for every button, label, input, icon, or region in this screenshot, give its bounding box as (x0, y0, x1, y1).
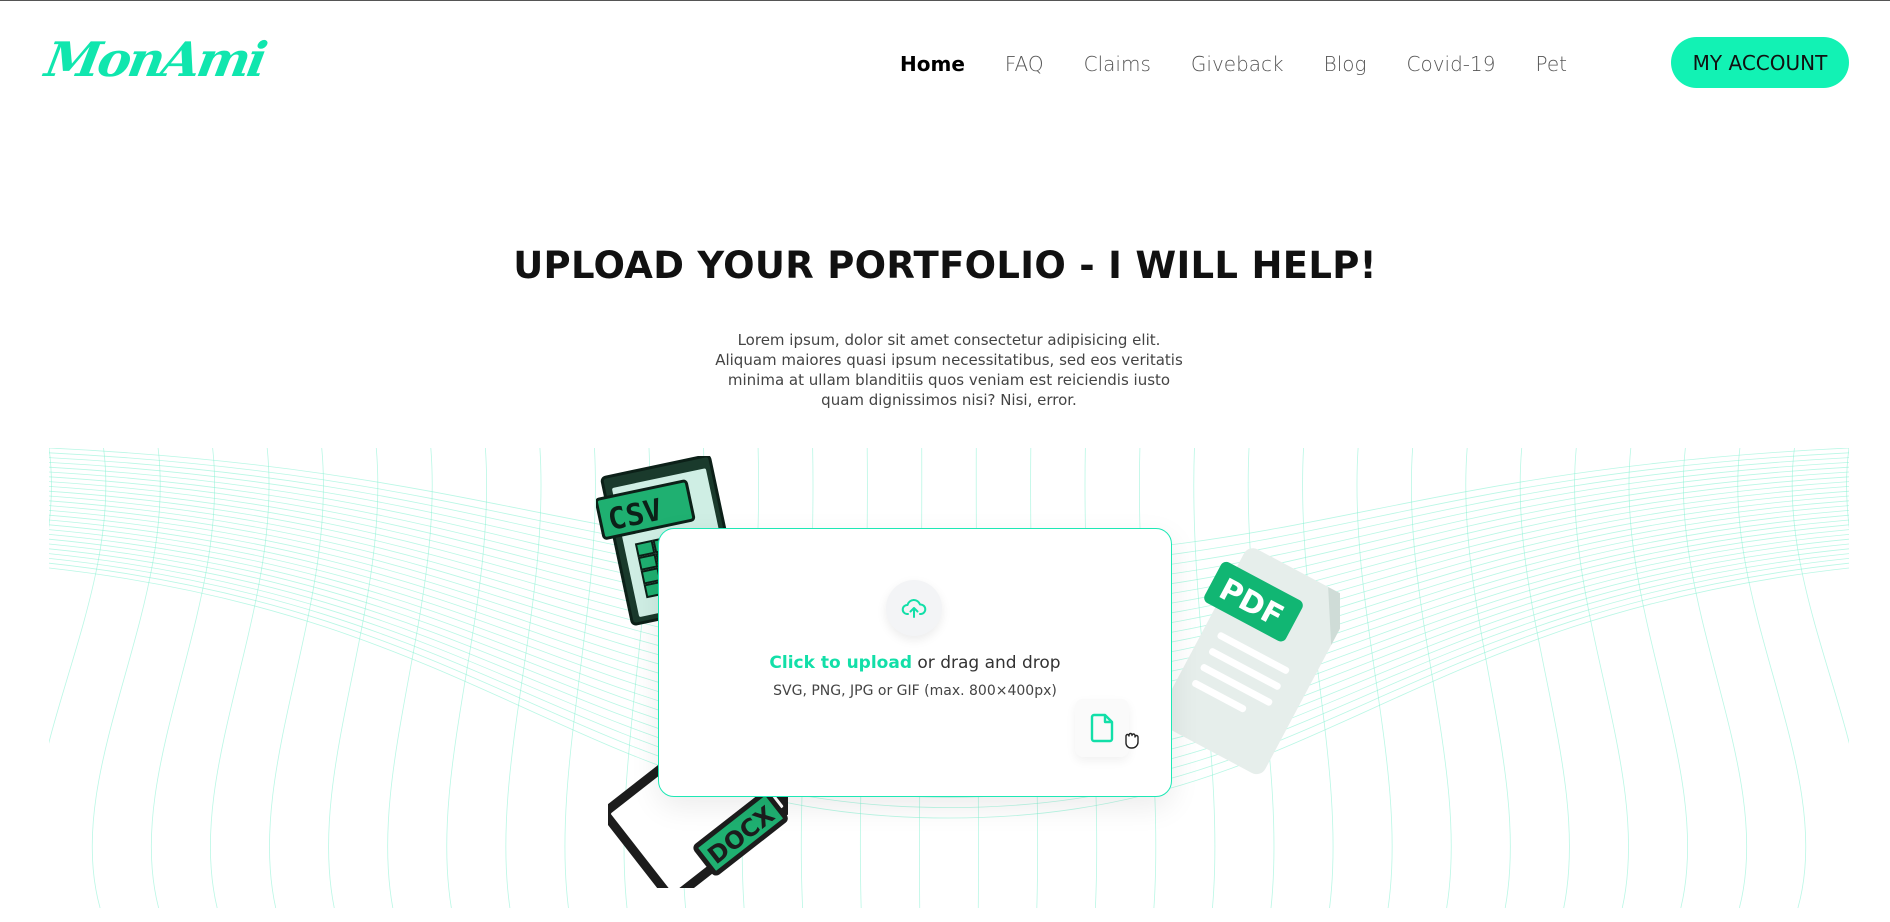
drag-drop-text: or drag and drop (912, 653, 1061, 673)
main-nav: Home FAQ Claims Giveback Blog Covid-19 P… (900, 50, 1607, 78)
nav-item-faq[interactable]: FAQ (1005, 52, 1044, 76)
grab-cursor-icon (1125, 732, 1139, 749)
pdf-file-icon: PDF (1160, 548, 1340, 775)
upload-instruction: Click to upload or drag and drop (659, 653, 1171, 673)
logo[interactable]: MonAmi (41, 30, 269, 92)
hero-description: Lorem ipsum, dolor sit amet consectetur … (715, 331, 1183, 409)
nav-item-covid[interactable]: Covid-19 (1407, 52, 1496, 76)
upload-hint: SVG, PNG, JPG or GIF (max. 800×400px) (773, 683, 1057, 699)
nav-item-blog[interactable]: Blog (1324, 52, 1367, 76)
cloud-upload-icon (901, 599, 927, 618)
nav-item-giveback[interactable]: Giveback (1191, 52, 1284, 76)
page-title: UPLOAD YOUR PORTFOLIO - I WILL HELP! (513, 244, 1377, 287)
upload-button-icon[interactable] (886, 580, 942, 636)
nav-item-claims[interactable]: Claims (1084, 52, 1151, 76)
upload-dropzone[interactable]: Click to upload or drag and drop SVG, PN… (658, 528, 1172, 797)
my-account-button[interactable]: MY ACCOUNT (1671, 37, 1849, 88)
top-border (0, 0, 1890, 1)
click-to-upload-link[interactable]: Click to upload (769, 653, 912, 673)
logo-text: MonAmi (41, 31, 269, 88)
nav-item-home[interactable]: Home (900, 52, 965, 76)
nav-item-pet[interactable]: Pet (1535, 52, 1567, 76)
file-icon (1090, 713, 1114, 743)
